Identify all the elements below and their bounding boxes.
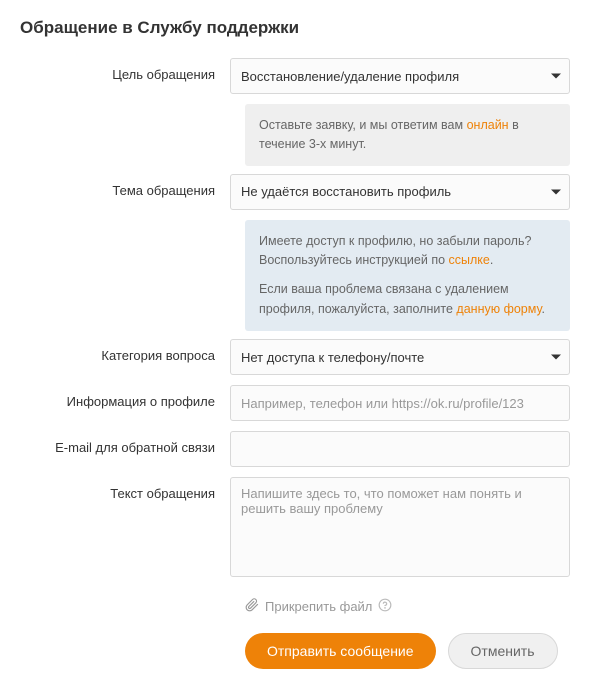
row-message: Текст обращения <box>20 477 570 580</box>
label-category: Категория вопроса <box>20 339 230 363</box>
info-subject: Имеете доступ к профилю, но забыли парол… <box>245 220 570 332</box>
chevron-down-icon <box>551 189 561 194</box>
input-email[interactable] <box>230 431 570 467</box>
label-purpose: Цель обращения <box>20 58 230 82</box>
chevron-down-icon <box>551 74 561 79</box>
chevron-down-icon <box>551 355 561 360</box>
select-purpose-value: Восстановление/удаление профиля <box>241 69 459 84</box>
select-category-value: Нет доступа к телефону/почте <box>241 350 424 365</box>
label-message: Текст обращения <box>20 477 230 501</box>
select-subject[interactable]: Не удаётся восстановить профиль <box>230 174 570 210</box>
input-profile-info[interactable] <box>230 385 570 421</box>
submit-button[interactable]: Отправить сообщение <box>245 633 436 669</box>
link-delete-form[interactable]: данную форму <box>456 302 541 316</box>
info-purpose: Оставьте заявку, и мы ответим вам онлайн… <box>245 104 570 166</box>
paperclip-icon <box>245 598 259 615</box>
label-email: E-mail для обратной связи <box>20 431 230 455</box>
select-purpose[interactable]: Восстановление/удаление профиля <box>230 58 570 94</box>
textarea-message[interactable] <box>230 477 570 577</box>
link-online[interactable]: онлайн <box>467 118 509 132</box>
select-category[interactable]: Нет доступа к телефону/почте <box>230 339 570 375</box>
cancel-button[interactable]: Отменить <box>448 633 558 669</box>
select-subject-value: Не удаётся восстановить профиль <box>241 184 451 199</box>
label-profile-info: Информация о профиле <box>20 385 230 409</box>
row-category: Категория вопроса Нет доступа к телефону… <box>20 339 570 375</box>
link-instructions[interactable]: ссылке <box>449 253 490 267</box>
row-purpose: Цель обращения Восстановление/удаление п… <box>20 58 570 94</box>
row-profile-info: Информация о профиле <box>20 385 570 421</box>
help-icon[interactable] <box>378 598 392 615</box>
attach-file[interactable]: Прикрепить файл <box>245 598 570 615</box>
row-subject: Тема обращения Не удаётся восстановить п… <box>20 174 570 210</box>
page-title: Обращение в Службу поддержки <box>20 18 570 38</box>
label-subject: Тема обращения <box>20 174 230 198</box>
buttons-row: Отправить сообщение Отменить <box>245 633 570 669</box>
row-email: E-mail для обратной связи <box>20 431 570 467</box>
attach-file-label: Прикрепить файл <box>265 599 372 614</box>
